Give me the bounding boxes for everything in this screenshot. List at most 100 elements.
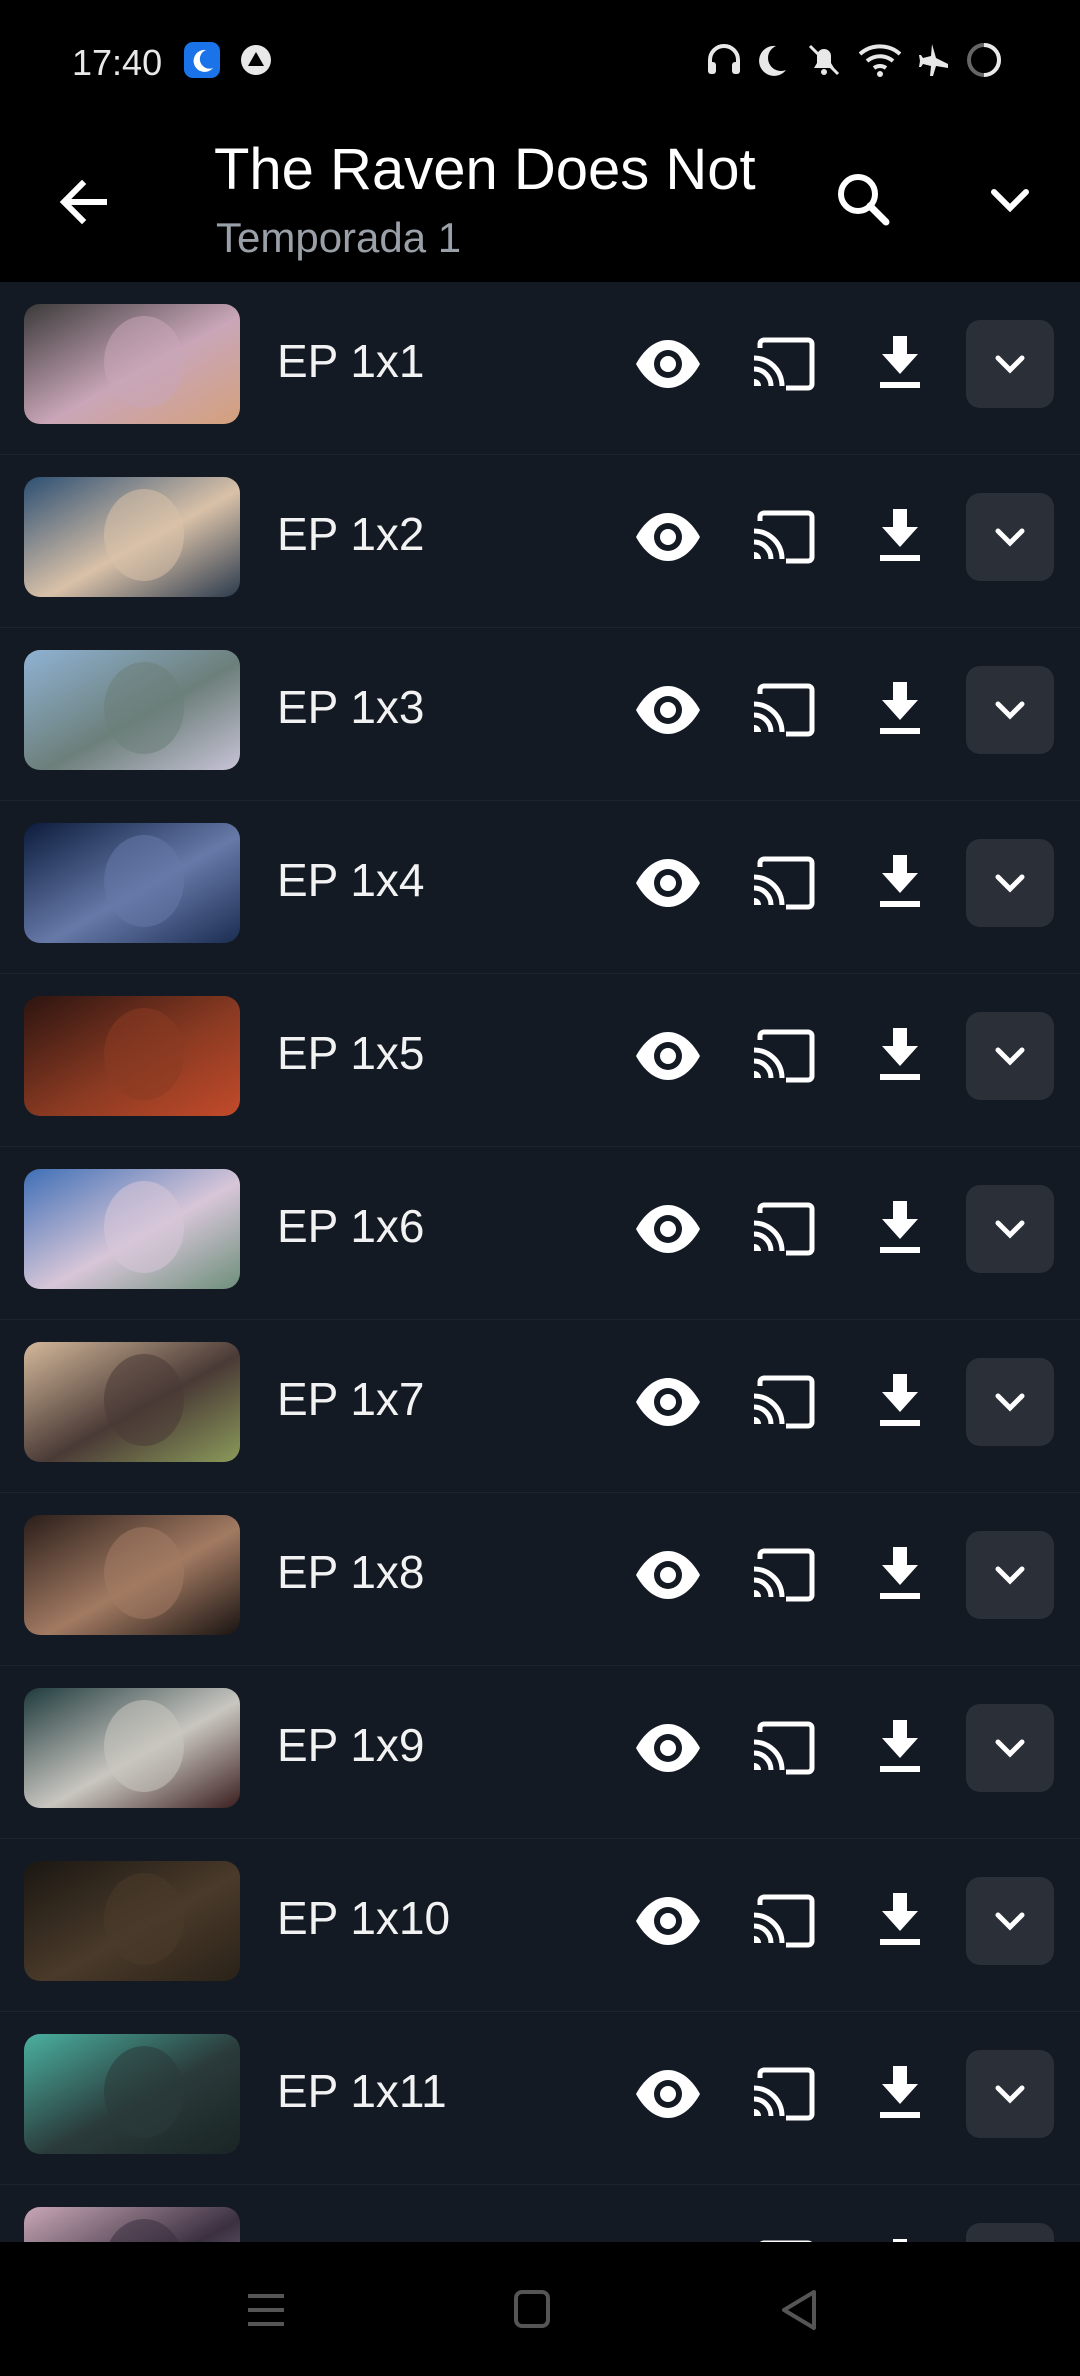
episode-thumbnail[interactable]	[24, 1861, 240, 1981]
eye-icon[interactable]	[630, 1537, 706, 1613]
cast-icon[interactable]	[744, 326, 820, 402]
chevron-down-icon[interactable]	[972, 162, 1048, 238]
download-icon[interactable]	[862, 1191, 938, 1267]
eye-icon[interactable]	[630, 326, 706, 402]
expand-episode-button[interactable]	[966, 1531, 1054, 1619]
episode-row[interactable]: EP 1x1	[0, 282, 1080, 455]
episode-row[interactable]: EP 1x4	[0, 801, 1080, 974]
back-triangle-icon[interactable]	[770, 2282, 830, 2338]
episode-label: EP 1x6	[277, 1200, 425, 1252]
eye-icon[interactable]	[630, 1191, 706, 1267]
home-square-icon[interactable]	[502, 2282, 562, 2338]
episode-row[interactable]: EP 1x3	[0, 628, 1080, 801]
cast-icon[interactable]	[744, 1710, 820, 1786]
cast-icon[interactable]	[744, 672, 820, 748]
download-icon[interactable]	[862, 2229, 938, 2242]
episode-thumbnail[interactable]	[24, 2034, 240, 2154]
eye-icon[interactable]	[630, 2229, 706, 2242]
eye-icon[interactable]	[630, 1710, 706, 1786]
episode-row[interactable]: EP 1x7	[0, 1320, 1080, 1493]
episode-thumbnail[interactable]	[24, 1515, 240, 1635]
cast-icon[interactable]	[744, 1537, 820, 1613]
cast-icon[interactable]	[744, 1191, 820, 1267]
download-icon[interactable]	[862, 499, 938, 575]
download-icon[interactable]	[862, 1710, 938, 1786]
download-icon[interactable]	[862, 845, 938, 921]
episode-label: EP 1x7	[277, 1373, 425, 1425]
cast-icon[interactable]	[744, 499, 820, 575]
episode-list[interactable]: EP 1x1 EP 1x2 EP 1x3 EP 1x4 EP 1x5 EP 1x6 EP 1…	[0, 282, 1080, 2242]
episode-thumbnail[interactable]	[24, 1688, 240, 1808]
expand-episode-button[interactable]	[966, 493, 1054, 581]
eye-icon[interactable]	[630, 845, 706, 921]
download-icon[interactable]	[862, 1018, 938, 1094]
episode-row[interactable]: EP 1x8	[0, 1493, 1080, 1666]
download-icon[interactable]	[862, 2056, 938, 2132]
episode-label: EP 1x11	[277, 2065, 447, 2117]
recents-menu-icon[interactable]	[236, 2282, 296, 2338]
eye-icon[interactable]	[630, 672, 706, 748]
search-icon[interactable]	[826, 162, 902, 238]
download-icon[interactable]	[862, 1537, 938, 1613]
download-icon[interactable]	[862, 1883, 938, 1959]
chevron-down-icon	[995, 1912, 1025, 1931]
download-icon[interactable]	[862, 672, 938, 748]
episode-label: EP 1x3	[277, 681, 425, 733]
episode-thumbnail[interactable]	[24, 304, 240, 424]
episode-label: EP 1x10	[277, 1892, 451, 1944]
episode-row[interactable]: EP 1x2	[0, 455, 1080, 628]
episode-thumbnail[interactable]	[24, 2207, 240, 2242]
episode-thumbnail[interactable]	[24, 477, 240, 597]
expand-episode-button[interactable]	[966, 1185, 1054, 1273]
expand-episode-button[interactable]	[966, 2050, 1054, 2138]
cast-icon[interactable]	[744, 1018, 820, 1094]
wifi-icon	[858, 40, 902, 80]
episode-thumbnail[interactable]	[24, 823, 240, 943]
cast-icon[interactable]	[744, 1364, 820, 1440]
chevron-down-icon	[995, 528, 1025, 547]
episode-label: EP 1x1	[277, 335, 425, 387]
expand-episode-button[interactable]	[966, 1358, 1054, 1446]
eye-icon[interactable]	[630, 2056, 706, 2132]
chevron-down-icon	[995, 1739, 1025, 1758]
download-icon[interactable]	[862, 1364, 938, 1440]
episode-label: EP 1x8	[277, 1546, 425, 1598]
cast-icon[interactable]	[744, 845, 820, 921]
arrow-back-icon[interactable]	[48, 166, 120, 238]
episode-row[interactable]: EP 1x5	[0, 974, 1080, 1147]
episode-thumbnail[interactable]	[24, 996, 240, 1116]
cast-icon[interactable]	[744, 2229, 820, 2242]
chevron-down-icon	[995, 874, 1025, 893]
cast-icon[interactable]	[744, 1883, 820, 1959]
episode-thumbnail[interactable]	[24, 1342, 240, 1462]
expand-episode-button[interactable]	[966, 666, 1054, 754]
episode-row[interactable]: EP 1x11	[0, 2012, 1080, 2185]
cast-icon[interactable]	[744, 2056, 820, 2132]
episode-row[interactable]: EP 1x9	[0, 1666, 1080, 1839]
episode-row[interactable]: EP 1x10	[0, 1839, 1080, 2012]
moon-badge-icon	[182, 40, 222, 80]
expand-episode-button[interactable]	[966, 2223, 1054, 2242]
episode-label: EP 1x2	[277, 508, 425, 560]
expand-episode-button[interactable]	[966, 1877, 1054, 1965]
episode-thumbnail[interactable]	[24, 650, 240, 770]
episode-thumbnail[interactable]	[24, 1169, 240, 1289]
download-icon[interactable]	[862, 326, 938, 402]
eye-icon[interactable]	[630, 1883, 706, 1959]
chevron-down-icon	[995, 701, 1025, 720]
eye-icon[interactable]	[630, 1364, 706, 1440]
season-subtitle: Temporada 1	[216, 214, 462, 261]
headphones-icon	[704, 40, 744, 80]
expand-episode-button[interactable]	[966, 1012, 1054, 1100]
expand-episode-button[interactable]	[966, 839, 1054, 927]
expand-episode-button[interactable]	[966, 1704, 1054, 1792]
app-header: The Raven Does Not Temporada 1	[0, 128, 1080, 282]
episode-row[interactable]	[0, 2185, 1080, 2242]
eye-icon[interactable]	[630, 499, 706, 575]
episode-row[interactable]: EP 1x6	[0, 1147, 1080, 1320]
status-time: 17:40	[72, 42, 163, 83]
episode-label: EP 1x5	[277, 1027, 425, 1079]
eye-icon[interactable]	[630, 1018, 706, 1094]
expand-episode-button[interactable]	[966, 320, 1054, 408]
chevron-down-icon	[995, 1220, 1025, 1239]
